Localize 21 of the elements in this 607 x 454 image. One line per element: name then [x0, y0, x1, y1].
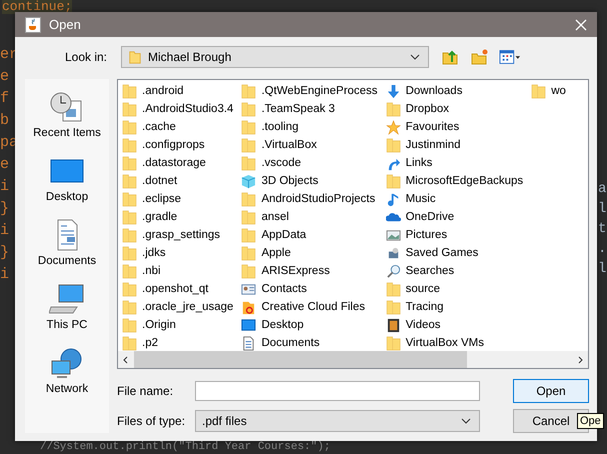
code-text: } — [0, 244, 10, 263]
file-name-label: File name: — [117, 384, 174, 398]
code-text: } — [0, 200, 10, 219]
code-text: //System.out.println("Third Year Courses:"); — [40, 441, 330, 453]
code-text: i — [0, 178, 10, 197]
code-text: f — [0, 90, 10, 109]
code-text: er — [0, 46, 18, 65]
code-text: i — [0, 266, 10, 285]
code-text: i — [0, 222, 10, 241]
code-text: t — [598, 220, 606, 239]
code-text: . — [598, 240, 606, 259]
look-in-label: Look in: — [64, 50, 107, 64]
window-title: Open — [49, 17, 82, 32]
code-text: e — [0, 156, 10, 175]
tooltip: Ope — [577, 413, 604, 429]
code-text: a — [598, 180, 606, 199]
code-text: b — [0, 112, 10, 131]
code-text: e — [0, 68, 10, 87]
file-type-label: Files of type: — [117, 414, 186, 428]
code-text: l — [598, 200, 606, 219]
code-text: l — [598, 260, 606, 279]
